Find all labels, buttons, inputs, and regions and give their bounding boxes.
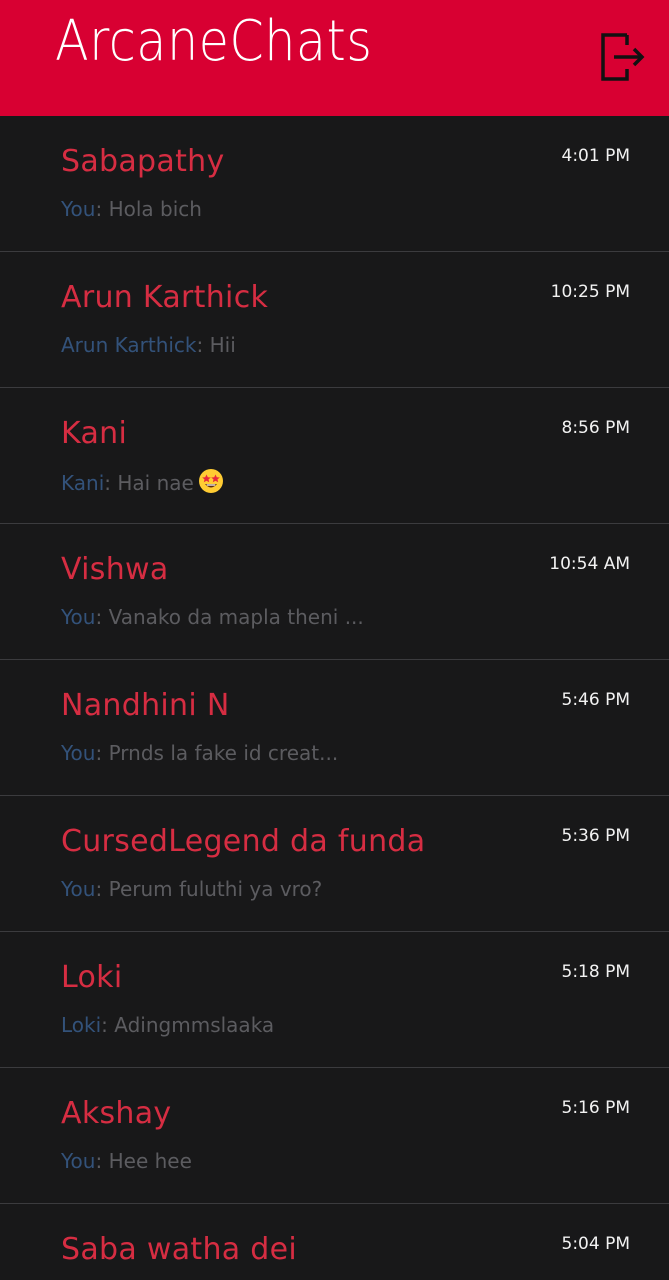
- star-struck-emoji-icon: [198, 468, 224, 500]
- message-preview: You: Prnds la fake id creat...: [61, 740, 338, 766]
- preview-sender: Loki: [61, 1013, 102, 1037]
- message-time: 10:25 PM: [550, 282, 630, 302]
- preview-separator: :: [95, 605, 109, 629]
- preview-sender: You: [61, 877, 96, 901]
- preview-sender: Arun Karthick: [61, 333, 197, 357]
- app-title: ArcaneChats: [55, 9, 373, 74]
- message-preview: You: Vanako da mapla theni ...: [61, 604, 364, 630]
- message-preview: Arun Karthick: Hii: [61, 332, 236, 358]
- preview-text: Adingmmslaaka: [114, 1013, 275, 1037]
- chat-list-item[interactable]: Sabapathy 4:01 PM You: Hola bich: [0, 116, 669, 252]
- message-time: 10:54 AM: [549, 554, 630, 574]
- chat-list-item[interactable]: Nandhini N 5:46 PM You: Prnds la fake id…: [0, 660, 669, 796]
- message-time: 5:46 PM: [561, 690, 631, 710]
- chat-list-item[interactable]: Arun Karthick 10:25 PM Arun Karthick: Hi…: [0, 252, 669, 388]
- preview-sender: You: [61, 605, 96, 629]
- contact-name: Akshay: [61, 1096, 172, 1131]
- preview-text: Perum fuluthi ya vro?: [108, 877, 323, 901]
- preview-sender: You: [61, 741, 96, 765]
- preview-separator: :: [95, 197, 109, 221]
- preview-separator: :: [95, 1149, 109, 1173]
- preview-separator: :: [196, 333, 210, 357]
- contact-name: Kani: [61, 416, 128, 451]
- message-preview: Kani: Hai nae: [61, 468, 224, 500]
- contact-name: Arun Karthick: [61, 280, 269, 315]
- chat-list: Sabapathy 4:01 PM You: Hola bich Arun Ka…: [0, 116, 669, 1280]
- preview-separator: :: [104, 471, 118, 495]
- app-header: ArcaneChats: [0, 0, 669, 116]
- message-time: 4:01 PM: [561, 146, 631, 166]
- chat-list-item[interactable]: Kani 8:56 PM Kani: Hai nae: [0, 388, 669, 524]
- message-preview: You: Hee hee: [61, 1148, 192, 1174]
- preview-separator: :: [95, 877, 109, 901]
- preview-text: Hola bich: [108, 197, 202, 221]
- preview-text: Prnds la fake id creat...: [108, 741, 339, 765]
- contact-name: Saba watha dei: [61, 1232, 298, 1267]
- logout-button[interactable]: [599, 31, 647, 83]
- message-preview: Loki: Adingmmslaaka: [61, 1012, 274, 1038]
- logout-icon: [601, 33, 645, 81]
- preview-text: Vanako da mapla theni ...: [108, 605, 364, 629]
- chat-list-item[interactable]: Saba watha dei 5:04 PM: [0, 1204, 669, 1280]
- chat-list-item[interactable]: CursedLegend da funda 5:36 PM You: Perum…: [0, 796, 669, 932]
- message-preview: You: Hola bich: [61, 196, 202, 222]
- message-time: 5:36 PM: [561, 826, 631, 846]
- preview-text: Hee hee: [108, 1149, 192, 1173]
- contact-name: Vishwa: [61, 552, 169, 587]
- chat-list-item[interactable]: Loki 5:18 PM Loki: Adingmmslaaka: [0, 932, 669, 1068]
- message-time: 8:56 PM: [561, 418, 631, 438]
- message-time: 5:18 PM: [561, 962, 631, 982]
- chat-list-item[interactable]: Akshay 5:16 PM You: Hee hee: [0, 1068, 669, 1204]
- contact-name: Nandhini N: [61, 688, 230, 723]
- contact-name: CursedLegend da funda: [61, 824, 426, 859]
- preview-sender: You: [61, 197, 96, 221]
- preview-sender: Kani: [61, 471, 105, 495]
- preview-separator: :: [95, 741, 109, 765]
- message-time: 5:16 PM: [561, 1098, 631, 1118]
- message-time: 5:04 PM: [561, 1234, 631, 1254]
- preview-separator: :: [101, 1013, 115, 1037]
- message-preview: You: Perum fuluthi ya vro?: [61, 876, 322, 902]
- chat-list-item[interactable]: Vishwa 10:54 AM You: Vanako da mapla the…: [0, 524, 669, 660]
- contact-name: Sabapathy: [61, 144, 225, 179]
- preview-sender: You: [61, 1149, 96, 1173]
- preview-text: Hii: [209, 333, 236, 357]
- contact-name: Loki: [61, 960, 123, 995]
- preview-text: Hai nae: [117, 471, 194, 495]
